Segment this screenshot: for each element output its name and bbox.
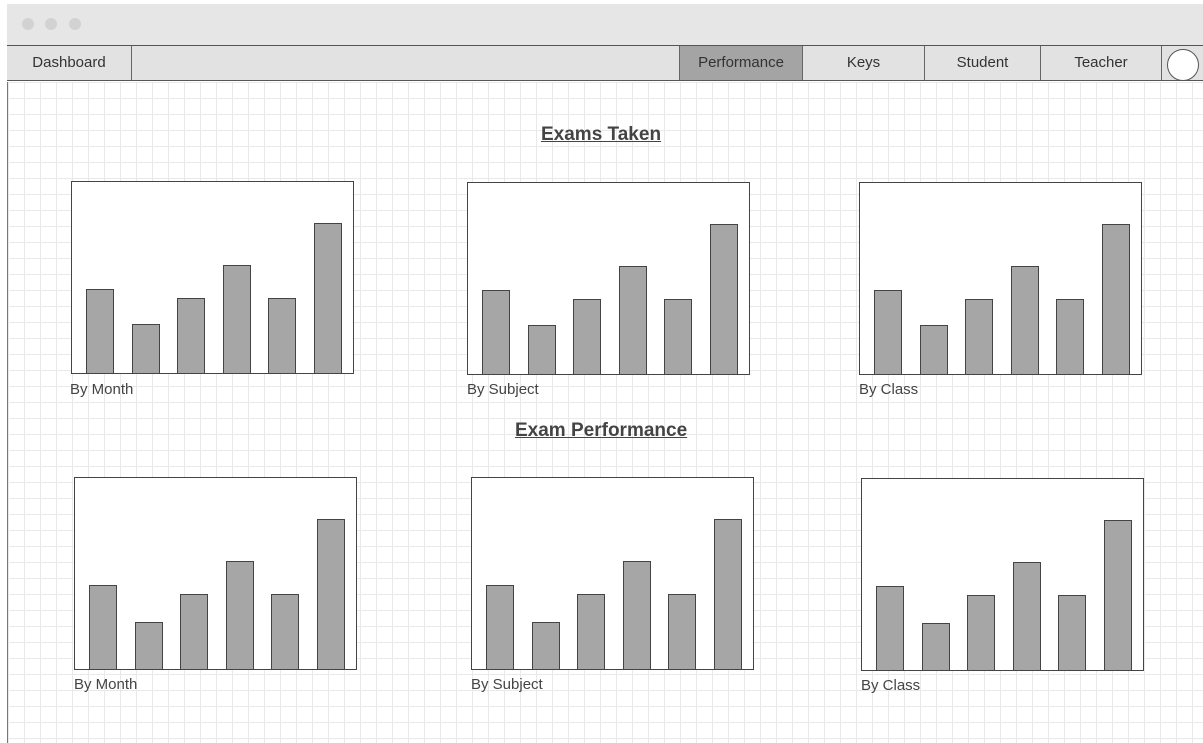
chart-exam-performance-by-class[interactable] xyxy=(861,478,1144,671)
chart-bar xyxy=(664,299,692,374)
content-canvas: Exams Taken Exam Performance By Month By… xyxy=(7,82,1203,743)
minimize-window-button[interactable] xyxy=(45,18,57,30)
chart-bar xyxy=(222,265,251,373)
chart-bar xyxy=(1012,562,1041,670)
tab-keys[interactable]: Keys xyxy=(802,46,924,80)
chart-bar xyxy=(709,224,738,374)
top-navigation: Dashboard Performance Keys Student Teach… xyxy=(7,45,1203,81)
chart-bar xyxy=(486,585,514,669)
chart-bar xyxy=(921,623,950,670)
nav-dashboard[interactable]: Dashboard xyxy=(7,46,132,80)
section-title-exam-performance: Exam Performance xyxy=(515,420,688,441)
chart-exams-taken-by-month[interactable] xyxy=(71,181,354,374)
chart-exam-performance-by-subject[interactable] xyxy=(471,477,754,670)
chart-bar xyxy=(89,585,117,669)
chart-bar xyxy=(1056,299,1084,374)
user-avatar-icon[interactable] xyxy=(1167,49,1199,81)
chart-exams-taken-by-class[interactable] xyxy=(859,182,1142,375)
chart-caption: By Subject xyxy=(467,381,539,398)
chart-caption: By Month xyxy=(70,381,134,398)
maximize-window-button[interactable] xyxy=(69,18,81,30)
chart-caption: By Class xyxy=(861,677,921,694)
chart-bar xyxy=(531,622,560,669)
chart-bar xyxy=(668,594,696,669)
chart-bar xyxy=(1010,266,1039,374)
chart-bar xyxy=(177,298,205,373)
chart-bar xyxy=(618,266,647,374)
chart-bar xyxy=(316,519,345,669)
chart-bar xyxy=(876,586,904,670)
chart-bar xyxy=(86,289,114,373)
close-window-button[interactable] xyxy=(22,18,34,30)
chart-bar xyxy=(965,299,993,374)
chart-bar xyxy=(622,561,651,669)
chart-bar xyxy=(225,561,254,669)
chart-bar xyxy=(713,519,742,669)
title-bar xyxy=(7,4,1203,45)
chart-bar xyxy=(967,595,995,670)
tab-student[interactable]: Student xyxy=(924,46,1040,80)
chart-exams-taken-by-subject[interactable] xyxy=(467,182,750,375)
chart-caption: By Month xyxy=(74,676,138,693)
chart-bar xyxy=(1101,224,1130,374)
section-title-exams-taken: Exams Taken xyxy=(541,124,662,145)
chart-bar xyxy=(482,290,510,374)
chart-bar xyxy=(577,594,605,669)
chart-bar xyxy=(268,298,296,373)
chart-bar xyxy=(180,594,208,669)
chart-bar xyxy=(313,223,342,373)
chart-bar xyxy=(131,324,160,373)
chart-bar xyxy=(271,594,299,669)
chart-exam-performance-by-month[interactable] xyxy=(74,477,357,670)
chart-bar xyxy=(573,299,601,374)
chart-caption: By Subject xyxy=(471,676,543,693)
chart-bar xyxy=(527,325,556,374)
tab-teacher[interactable]: Teacher xyxy=(1040,46,1162,80)
app-window: Dashboard Performance Keys Student Teach… xyxy=(0,0,1203,743)
chart-bar xyxy=(134,622,163,669)
chart-bar xyxy=(874,290,902,374)
chart-bar xyxy=(1058,595,1086,670)
chart-bar xyxy=(919,325,948,374)
tab-performance[interactable]: Performance xyxy=(679,46,802,80)
chart-caption: By Class xyxy=(859,381,919,398)
chart-bar xyxy=(1103,520,1132,670)
